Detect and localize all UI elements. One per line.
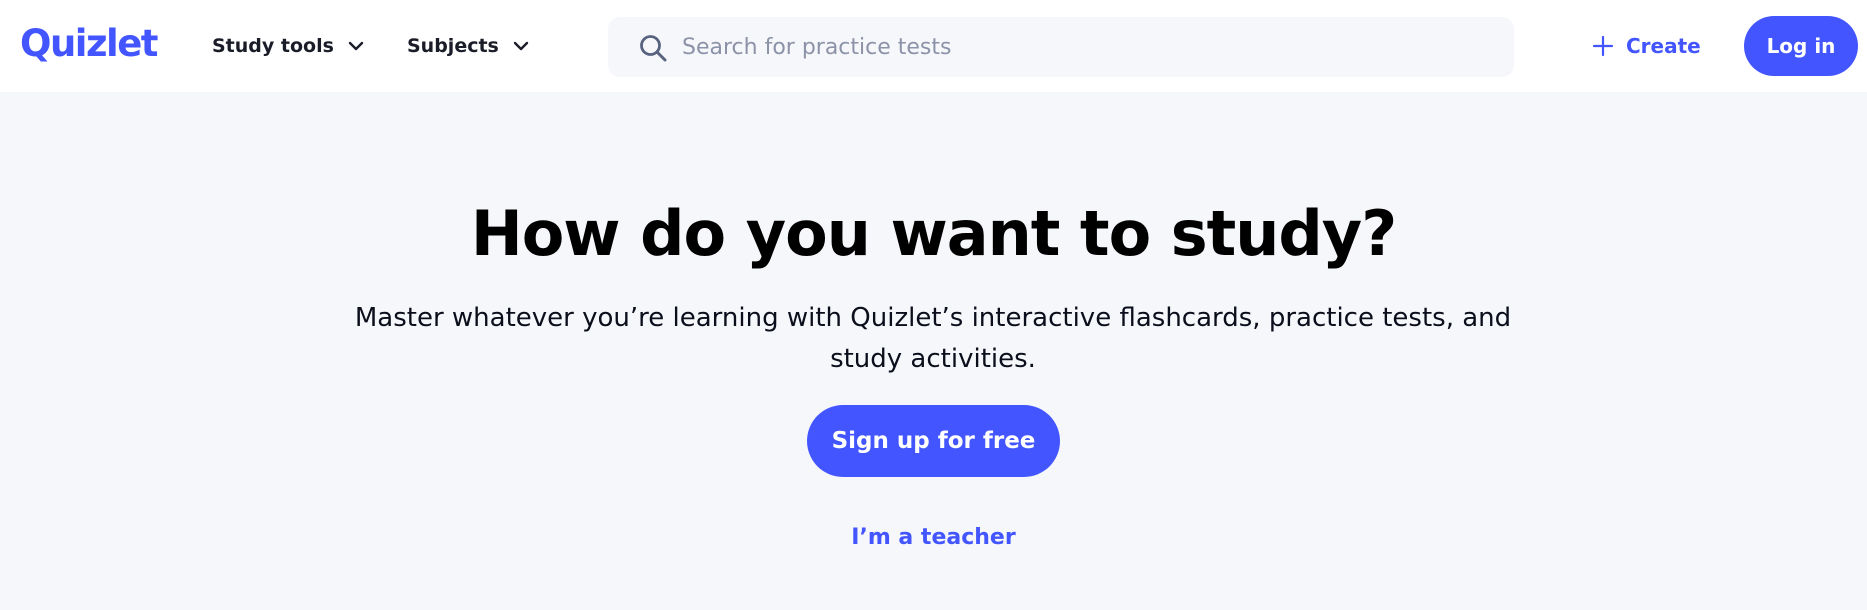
- signup-button[interactable]: Sign up for free: [807, 405, 1060, 477]
- search-bar[interactable]: [608, 17, 1514, 77]
- nav-study-tools[interactable]: Study tools: [212, 30, 366, 62]
- search-input[interactable]: [682, 17, 1482, 77]
- nav-subjects[interactable]: Subjects: [407, 30, 531, 62]
- top-header: Quizlet Study tools Subjects Create Log …: [0, 0, 1867, 92]
- teacher-link[interactable]: I’m a teacher: [851, 525, 1015, 550]
- nav-study-tools-label: Study tools: [212, 35, 334, 57]
- chevron-down-icon: [513, 41, 529, 51]
- quizlet-logo[interactable]: Quizlet: [20, 22, 158, 66]
- nav-subjects-label: Subjects: [407, 35, 499, 57]
- create-button[interactable]: Create: [1592, 30, 1701, 62]
- hero-subtitle: Master whatever you’re learning with Qui…: [354, 303, 1512, 374]
- login-button[interactable]: Log in: [1744, 16, 1858, 76]
- plus-icon: [1592, 35, 1614, 57]
- hero-title: How do you want to study?: [470, 197, 1397, 270]
- chevron-down-icon: [348, 41, 364, 51]
- create-label: Create: [1626, 34, 1701, 58]
- search-icon: [640, 35, 667, 62]
- teacher-link-row: I’m a teacher: [0, 522, 1867, 554]
